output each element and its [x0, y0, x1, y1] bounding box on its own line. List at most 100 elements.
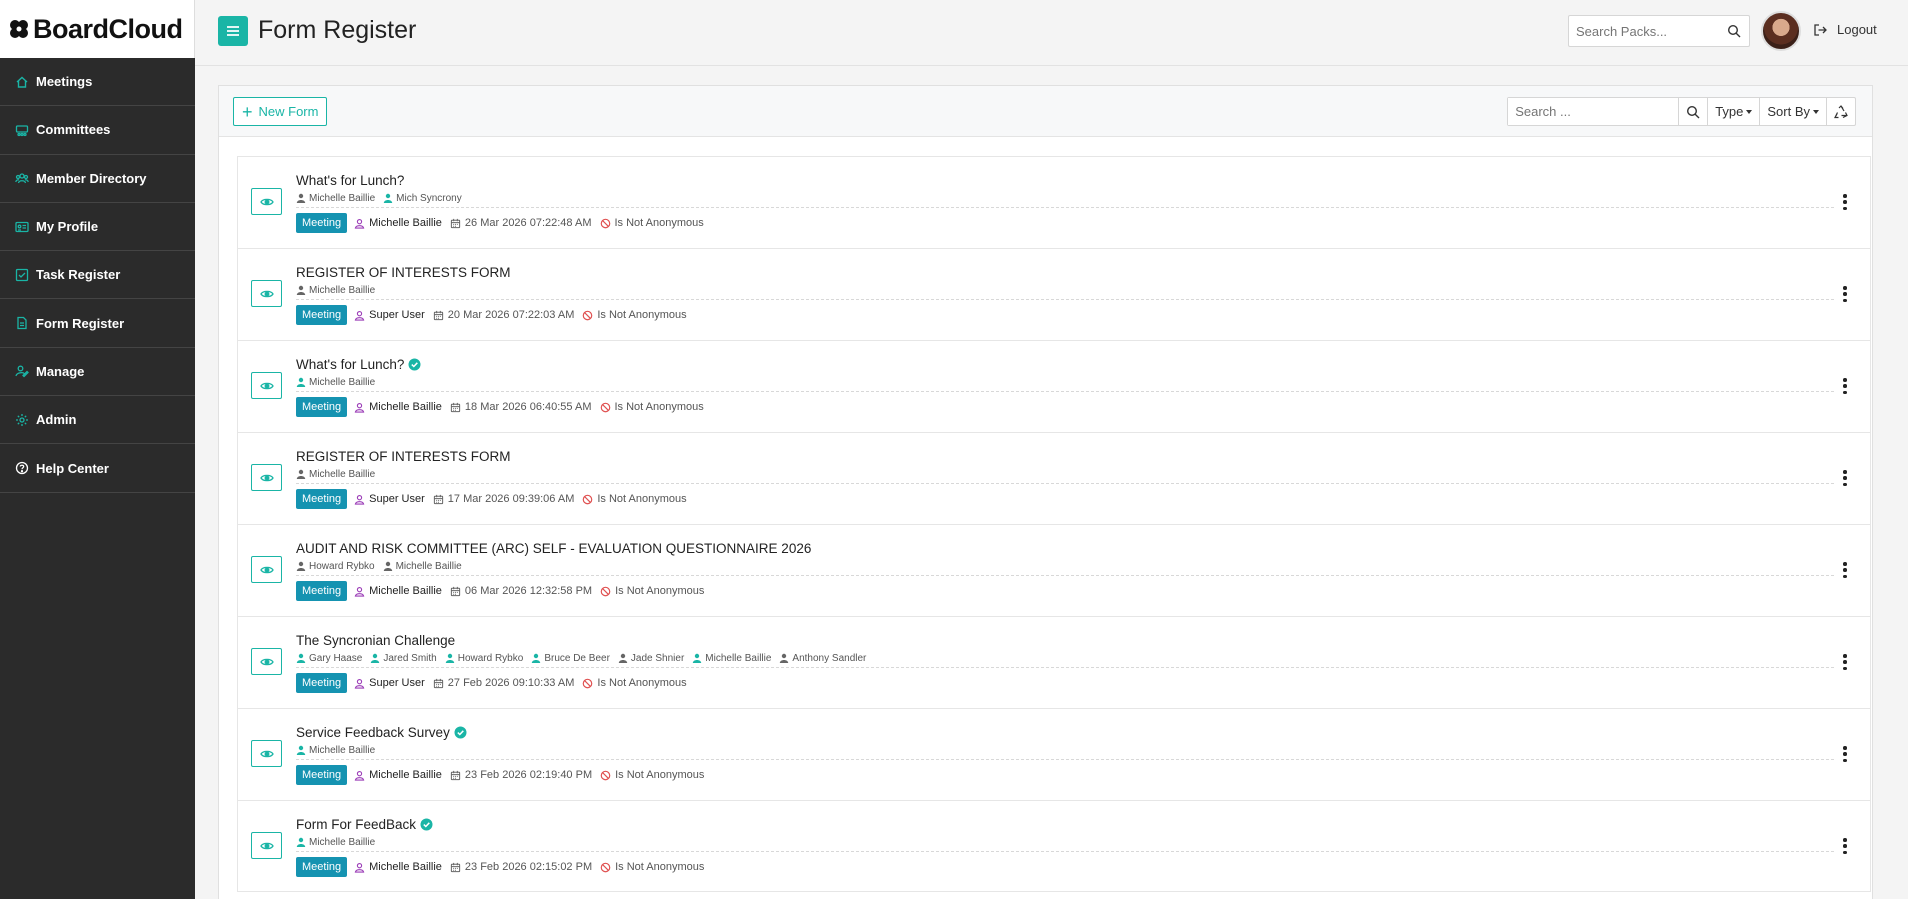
view-form-button[interactable]	[251, 556, 282, 583]
more-options-button[interactable]	[1842, 470, 1848, 486]
participant-name: Michelle Baillie	[309, 468, 376, 480]
form-type-badge: Meeting	[296, 305, 348, 325]
form-row[interactable]: REGISTER OF INTERESTS FORM Michelle Bail…	[237, 432, 1871, 524]
calendar-icon	[450, 402, 461, 412]
form-title[interactable]: The Syncronian Challenge	[296, 633, 455, 648]
form-participants: Michelle Baillie	[296, 465, 1834, 484]
menu-toggle-button[interactable]	[218, 16, 248, 46]
form-date: 18 Mar 2026 06:40:55 AM	[450, 401, 592, 413]
form-row[interactable]: What's for Lunch? Michelle Baillie Mich S…	[237, 156, 1871, 248]
creator-name: Super User	[369, 677, 425, 689]
more-options-button[interactable]	[1842, 286, 1848, 302]
form-creator: Super User	[354, 309, 425, 321]
eye-icon	[259, 566, 274, 573]
eye-icon	[259, 290, 274, 297]
participant-name: Anthony Sandler	[792, 652, 867, 664]
sidebar-item-manage[interactable]: Manage	[0, 348, 195, 397]
form-row[interactable]: Service Feedback Survey Michelle Baillie…	[237, 708, 1871, 800]
form-row[interactable]: Form For FeedBack Michelle Baillie Meeti…	[237, 800, 1871, 892]
form-title[interactable]: Service Feedback Survey	[296, 725, 450, 740]
sidebar-item-meetings[interactable]: Meetings	[0, 58, 195, 107]
participant: Gary Haase	[296, 653, 362, 664]
participant-name: Jade Shnier	[630, 652, 685, 664]
form-title-line: REGISTER OF INTERESTS FORM	[296, 447, 1834, 465]
more-options-button[interactable]	[1842, 746, 1848, 762]
form-title[interactable]: Form For FeedBack	[296, 817, 416, 832]
creator-icon	[354, 586, 365, 597]
search-button[interactable]	[1678, 98, 1707, 125]
sidebar-item-committees[interactable]: Committees	[0, 106, 195, 155]
kebab-dot	[1843, 292, 1847, 296]
sidebar-item-task-register[interactable]: Task Register	[0, 251, 195, 300]
more-options-button[interactable]	[1842, 838, 1848, 854]
participant: Anthony Sandler	[779, 653, 866, 664]
recycle-button[interactable]	[1826, 98, 1855, 125]
form-participants: Michelle Baillie Mich Syncrony	[296, 189, 1834, 208]
sort-by-dropdown[interactable]: Sort By	[1759, 98, 1826, 125]
user-icon	[383, 561, 392, 571]
user-icon	[445, 653, 454, 663]
form-row-content: REGISTER OF INTERESTS FORM Michelle Bail…	[296, 263, 1834, 326]
new-form-button[interactable]: + New Form	[233, 97, 328, 126]
search-icon[interactable]	[1727, 24, 1741, 38]
form-meta: Meeting Michelle Baillie 23 Feb 2026 02:…	[296, 764, 1834, 786]
kebab-dot	[1843, 660, 1847, 664]
kebab-dot	[1843, 476, 1847, 480]
view-form-button[interactable]	[251, 188, 282, 215]
creator-icon	[354, 218, 365, 229]
form-title[interactable]: REGISTER OF INTERESTS FORM	[296, 265, 511, 280]
sidebar-item-admin[interactable]: Admin	[0, 396, 195, 445]
view-form-button[interactable]	[251, 832, 282, 859]
participant-name: Michelle Baillie	[309, 192, 376, 204]
form-date: 27 Feb 2026 09:10:33 AM	[433, 677, 574, 689]
search-packs-input[interactable]	[1569, 16, 1719, 46]
more-options-button[interactable]	[1842, 378, 1848, 394]
sidebar-item-help-center[interactable]: Help Center	[0, 444, 195, 493]
ban-icon	[583, 678, 593, 688]
sidebar-item-label: Meetings	[36, 74, 93, 90]
type-dropdown[interactable]: Type	[1707, 98, 1759, 125]
more-options-button[interactable]	[1842, 562, 1848, 578]
form-row[interactable]: REGISTER OF INTERESTS FORM Michelle Bail…	[237, 248, 1871, 340]
user-icon	[383, 193, 393, 203]
brand-logo[interactable]: BoardCloud	[0, 0, 195, 58]
logout-button[interactable]: Logout	[1813, 22, 1877, 37]
creator-icon	[354, 678, 365, 689]
view-form-button[interactable]	[251, 740, 282, 767]
kebab-dot	[1843, 850, 1847, 854]
form-row[interactable]: The Syncronian Challenge Gary Haase Jared…	[237, 616, 1871, 708]
form-title[interactable]: What's for Lunch?	[296, 357, 404, 372]
participant: Mich Syncrony	[383, 193, 462, 204]
participant-name: Michelle Baillie	[705, 652, 772, 664]
form-row[interactable]: What's for Lunch? Michelle Baillie Meeti…	[237, 340, 1871, 432]
logout-label: Logout	[1837, 22, 1877, 37]
calendar-icon	[433, 494, 443, 504]
anonymity-text: Is Not Anonymous	[615, 585, 705, 597]
sidebar-item-form-register[interactable]: Form Register	[0, 299, 195, 348]
view-form-button[interactable]	[251, 372, 282, 399]
sidebar-item-member-directory[interactable]: Member Directory	[0, 155, 195, 203]
creator-icon	[354, 402, 365, 413]
sidebar-item-my-profile[interactable]: My Profile	[0, 203, 195, 252]
form-title[interactable]: What's for Lunch?	[296, 173, 404, 188]
ban-icon	[600, 402, 610, 412]
form-title[interactable]: AUDIT AND RISK COMMITTEE (ARC) SELF - EV…	[296, 541, 811, 556]
form-search-input[interactable]	[1508, 98, 1679, 125]
more-options-button[interactable]	[1842, 654, 1848, 670]
kebab-dot	[1843, 654, 1847, 658]
form-title-line: REGISTER OF INTERESTS FORM	[296, 263, 1834, 281]
brand-name: BoardCloud	[33, 13, 183, 44]
more-options-button[interactable]	[1842, 194, 1848, 210]
form-title-line: Form For FeedBack	[296, 815, 1834, 833]
sidebar-item-label: Member Directory	[36, 170, 147, 186]
view-form-button[interactable]	[251, 648, 282, 675]
participant: Michelle Baillie	[296, 469, 375, 480]
view-form-button[interactable]	[251, 280, 282, 307]
logo-icon	[8, 18, 30, 40]
form-row[interactable]: AUDIT AND RISK COMMITTEE (ARC) SELF - EV…	[237, 524, 1871, 616]
view-form-button[interactable]	[251, 464, 282, 491]
form-creator: Michelle Baillie	[354, 401, 442, 413]
kebab-dot	[1843, 838, 1847, 842]
form-title[interactable]: REGISTER OF INTERESTS FORM	[296, 449, 511, 464]
avatar[interactable]	[1761, 11, 1801, 51]
